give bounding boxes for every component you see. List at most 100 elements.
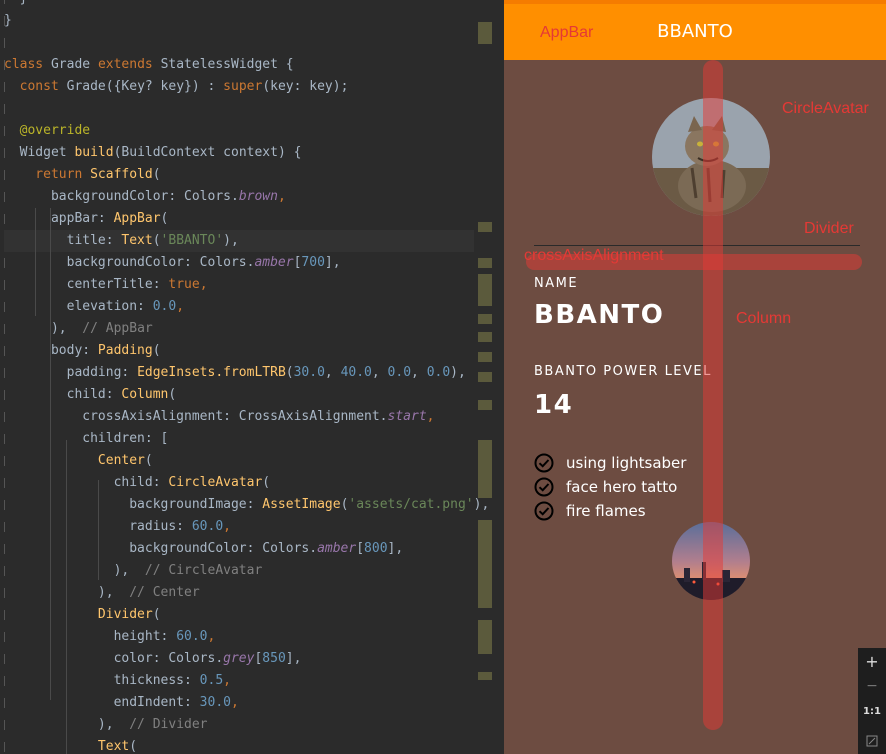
zoom-in-button[interactable]: + [858, 652, 886, 671]
check-circle-icon [534, 501, 554, 521]
code-line[interactable]: ), // Center [4, 582, 474, 604]
code-line[interactable]: child: CircleAvatar( [4, 472, 474, 494]
code-line[interactable]: thickness: 0.5, [4, 670, 474, 692]
code-token: ), [4, 321, 83, 336]
code-line[interactable]: const Grade({Key? key}) : super(key: key… [4, 76, 474, 98]
name-value: BBANTO [534, 300, 665, 330]
code-line[interactable]: crossAxisAlignment: CrossAxisAlignment.s… [4, 406, 474, 428]
code-line[interactable]: ), // Divider [4, 714, 474, 736]
code-line[interactable]: backgroundColor: Colors.amber[800], [4, 538, 474, 560]
code-token: 60.0 [191, 519, 224, 534]
indent-guide [98, 480, 99, 580]
code-token: endIndent: [4, 695, 200, 710]
code-token: , [371, 365, 388, 380]
power-level-value: 14 [534, 390, 574, 420]
skill-text: using lightsaber [566, 454, 687, 472]
code-line[interactable]: Center( [4, 450, 474, 472]
editor-scrollbar[interactable] [492, 0, 504, 754]
code-line[interactable]: } [4, 10, 474, 32]
code-line[interactable]: Text( [4, 736, 474, 754]
code-line[interactable]: radius: 60.0, [4, 516, 474, 538]
code-token: // AppBar [82, 321, 153, 336]
code-line[interactable]: centerTitle: true, [4, 274, 474, 296]
code-line[interactable]: class Grade extends StatelessWidget { [4, 54, 474, 76]
skill-text: fire flames [566, 502, 646, 520]
code-editor[interactable]: }}class Grade extends StatelessWidget { … [0, 0, 504, 754]
scroll-marker [478, 620, 492, 654]
code-line[interactable] [4, 32, 474, 54]
code-token: 30.0 [293, 365, 325, 380]
code-token: 0.0 [426, 365, 451, 380]
code-line[interactable]: backgroundColor: Colors.amber[700], [4, 252, 474, 274]
code-token: [ [356, 541, 365, 556]
fit-screen-icon[interactable] [858, 732, 886, 751]
code-line[interactable]: backgroundColor: Colors.brown, [4, 186, 474, 208]
power-level-label: BBANTO POWER LEVEL [534, 364, 712, 379]
code-token: 0.0 [387, 365, 412, 380]
check-circle-icon [534, 477, 554, 497]
code-token: AppBar [113, 211, 161, 226]
code-line[interactable]: return Scaffold( [4, 164, 474, 186]
code-line[interactable]: } [4, 0, 474, 10]
code-token: child: [4, 475, 169, 490]
code-token: height: [4, 629, 177, 644]
code-token: grey [223, 651, 255, 666]
code-token: AssetImage [262, 497, 341, 512]
code-line[interactable] [4, 98, 474, 120]
code-line[interactable]: child: Column( [4, 384, 474, 406]
code-line[interactable]: @override [4, 120, 474, 142]
code-token: } [4, 13, 12, 28]
code-line[interactable]: ), // AppBar [4, 318, 474, 340]
code-token: (BuildContext context) { [113, 145, 302, 160]
code-token: , [277, 189, 286, 204]
code-token: brown [238, 189, 278, 204]
code-line[interactable]: Widget build(BuildContext context) { [4, 142, 474, 164]
code-token: ( [160, 211, 169, 226]
code-token: // Divider [129, 717, 208, 732]
code-token: 40.0 [340, 365, 372, 380]
code-token: // CircleAvatar [144, 563, 263, 578]
code-token: 60.0 [176, 629, 208, 644]
code-line[interactable]: backgroundImage: AssetImage('assets/cat.… [4, 494, 489, 516]
code-line[interactable]: children: [ [4, 428, 474, 450]
code-line[interactable]: ), // CircleAvatar [4, 560, 474, 582]
debug-label-appbar: AppBar [540, 24, 594, 41]
debug-label-circle-avatar: CircleAvatar [782, 100, 869, 117]
divider [534, 245, 860, 246]
code-line[interactable]: color: Colors.grey[850], [4, 648, 474, 670]
code-token: child: [4, 387, 122, 402]
scroll-marker [478, 274, 492, 306]
code-line[interactable]: endIndent: 30.0, [4, 692, 474, 714]
code-line[interactable]: body: Padding( [4, 340, 474, 362]
scroll-marker [478, 352, 492, 362]
code-token: CircleAvatar [168, 475, 263, 490]
zoom-reset-button[interactable]: 1:1 [858, 706, 886, 717]
code-line[interactable]: Divider( [4, 604, 474, 626]
code-line[interactable]: appBar: AppBar( [4, 208, 474, 230]
zoom-out-button[interactable]: − [858, 678, 886, 694]
code-token: extends [97, 57, 161, 72]
debug-label-column: Column [736, 310, 792, 327]
code-line[interactable]: elevation: 0.0, [4, 296, 474, 318]
code-line[interactable]: title: Text('BBANTO'), [4, 230, 474, 252]
code-line[interactable]: padding: EdgeInsets.fromLTRB(30.0, 40.0,… [4, 362, 474, 384]
code-line[interactable]: height: 60.0, [4, 626, 474, 648]
code-token: backgroundImage: [4, 497, 263, 512]
code-token: thickness: [4, 673, 200, 688]
code-token: const [4, 79, 67, 94]
code-token: , [223, 519, 231, 534]
code-token: amber [254, 255, 294, 270]
code-token: 700 [301, 255, 325, 270]
code-token: color: Colors. [4, 651, 224, 666]
skill-text: face hero tatto [566, 478, 678, 496]
code-token: , [199, 277, 208, 292]
code-token: 0.0 [152, 299, 177, 314]
name-label: NAME [534, 276, 579, 291]
code-token: , [176, 299, 185, 314]
code-token: ( [144, 453, 153, 468]
code-token: ), [223, 233, 239, 248]
code-token: 'BBANTO' [160, 233, 224, 248]
code-token: ( [152, 233, 161, 248]
device-preview: BBANTO NAME BBANTO BBANTO POWER LEVEL 14… [504, 0, 886, 754]
code-token: ( [152, 343, 161, 358]
